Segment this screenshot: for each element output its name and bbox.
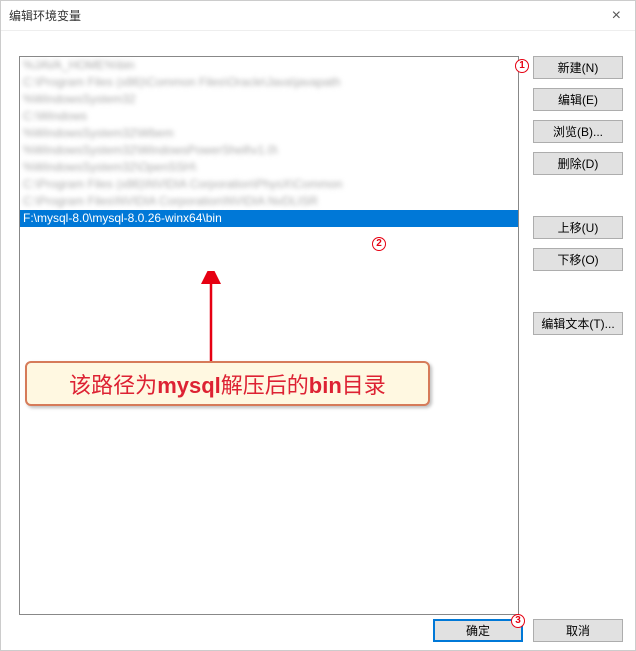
env-var-dialog: 编辑环境变量 × %JAVA_HOME%\bin C:\Program File… [0,0,636,651]
annotation-badge-1: 1 [515,59,529,73]
content-area: %JAVA_HOME%\bin C:\Program Files (x86)\C… [1,31,635,650]
annotation-badge-3: 3 [511,614,525,628]
list-item[interactable]: %WindowsSystem32\OpenSSH\ [20,159,518,176]
annotation-badge-2: 2 [372,237,386,251]
callout-text: bin [309,373,342,398]
close-icon[interactable]: × [606,7,627,25]
edit-text-button[interactable]: 编辑文本(T)... [533,312,623,335]
callout-text: 该路径为 [69,373,157,398]
cancel-button[interactable]: 取消 [533,619,623,642]
path-list[interactable]: %JAVA_HOME%\bin C:\Program Files (x86)\C… [19,56,519,615]
list-item[interactable]: %WindowsSystem32\Wbem [20,125,518,142]
new-button[interactable]: 新建(N) [533,56,623,79]
bottom-buttons: 确定 取消 [433,619,623,642]
button-column: 新建(N) 编辑(E) 浏览(B)... 删除(D) 上移(U) 下移(O) 编… [533,56,623,344]
delete-button[interactable]: 删除(D) [533,152,623,175]
window-title: 编辑环境变量 [9,7,81,24]
list-item[interactable]: C:\Windows [20,108,518,125]
list-item[interactable]: %JAVA_HOME%\bin [20,57,518,74]
move-up-button[interactable]: 上移(U) [533,216,623,239]
callout-text: 目录 [342,373,386,398]
list-item-selected[interactable]: F:\mysql-8.0\mysql-8.0.26-winx64\bin [20,210,518,227]
ok-button[interactable]: 确定 [433,619,523,642]
annotation-callout: 该路径为mysql解压后的bin目录 [25,361,430,406]
browse-button[interactable]: 浏览(B)... [533,120,623,143]
list-item[interactable]: %WindowsSystem32\WindowsPowerShell\v1.0\ [20,142,518,159]
list-item[interactable]: C:\Program Files (x86)\NVIDIA Corporatio… [20,176,518,193]
move-down-button[interactable]: 下移(O) [533,248,623,271]
titlebar: 编辑环境变量 × [1,1,635,31]
edit-button[interactable]: 编辑(E) [533,88,623,111]
callout-text: 解压后的 [221,373,309,398]
list-item[interactable]: C:\Program Files\NVIDIA Corporation\NVID… [20,193,518,210]
callout-text: mysql [157,373,221,398]
list-item[interactable]: %WindowsSystem32 [20,91,518,108]
list-item[interactable]: C:\Program Files (x86)\Common Files\Orac… [20,74,518,91]
